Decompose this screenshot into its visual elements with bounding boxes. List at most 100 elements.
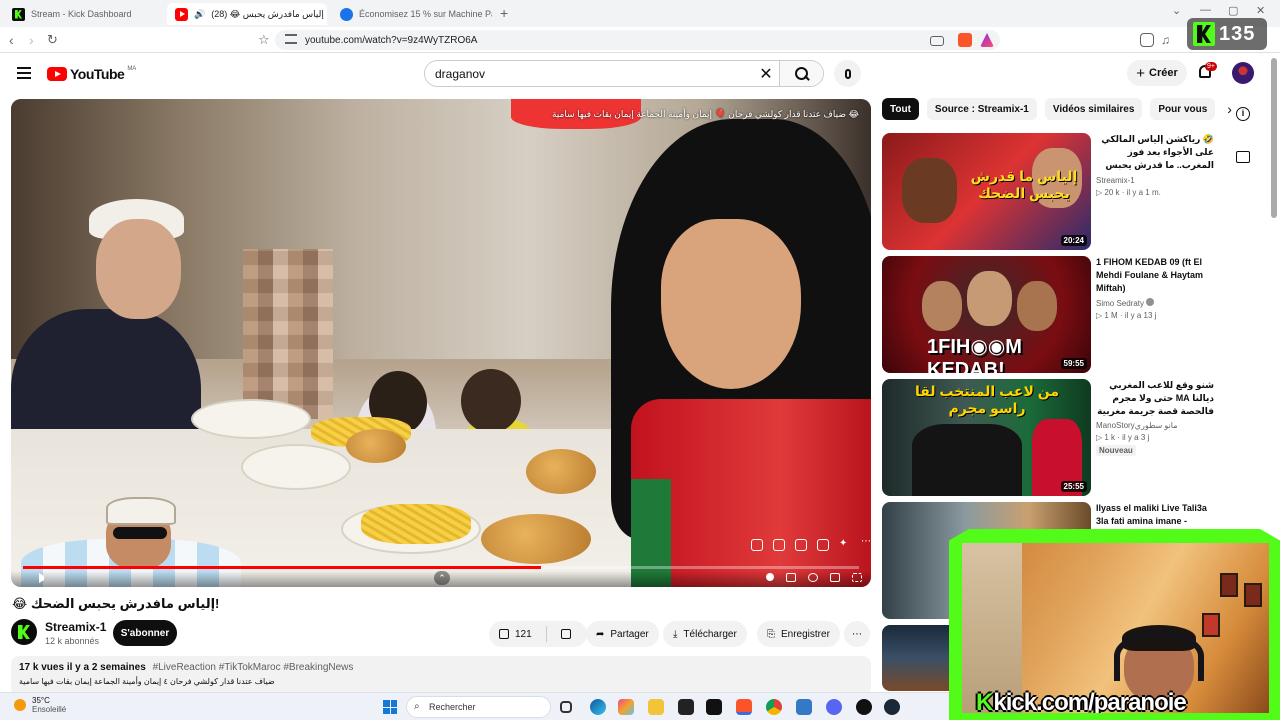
recommendation-title[interactable]: 1 FIHOM KEDAB 09 (ft El Mehdi Foulane & … [1096, 256, 1214, 295]
music-icon[interactable]: ♫ [1161, 33, 1175, 47]
amd-icon[interactable] [706, 699, 722, 715]
taskbar-search[interactable]: ⌕ Rechercher [406, 696, 551, 718]
reload-icon[interactable]: ↻ [47, 32, 58, 48]
download-button[interactable]: ⤓ Télécharger [663, 621, 747, 647]
forward-icon[interactable]: › [29, 32, 34, 48]
site-info-icon[interactable] [285, 34, 297, 44]
url-text: youtube.com/watch?v=9z4WyTZRO6A [305, 34, 478, 46]
download-icon: ⤓ [673, 628, 678, 640]
volume-icon[interactable] [39, 573, 49, 583]
edge-icon[interactable] [590, 699, 606, 715]
more-actions-button[interactable]: ⋯ [844, 621, 870, 647]
hashtags[interactable]: #LiveReaction #TikTokMaroc #BreakingNews [153, 662, 354, 673]
scrollbar[interactable] [1271, 58, 1277, 218]
tab-kick-dashboard[interactable]: Stream - Kick Dashboard [4, 3, 164, 25]
chrome-icon[interactable] [766, 699, 782, 715]
chat-icon[interactable] [1236, 151, 1250, 163]
subscribe-button[interactable]: S'abonner [113, 620, 177, 646]
maximize-button[interactable]: ▢ [1228, 4, 1238, 17]
bookmark-icon[interactable]: ☆ [258, 32, 270, 48]
channel-name[interactable]: Streamix-1 [45, 620, 106, 634]
video-player[interactable]: 😂 ضياف عتدنا قدار كولشي فرحان 🎈 إيمان وأ… [11, 99, 871, 587]
recommendation-title[interactable]: 🤣 رياكشن إلياس المالكي على الأجواء بعد ف… [1096, 133, 1214, 173]
plus-icon: + [1136, 64, 1145, 82]
brave-icon[interactable] [736, 699, 752, 715]
chip-similar[interactable]: Vidéos similaires [1044, 98, 1143, 120]
chip-source[interactable]: Source : Streamix-1 [926, 98, 1037, 120]
recommendation-title[interactable]: Ilyass el maliki Live Tali3a 3la fati am… [1096, 502, 1214, 528]
dislike-icon[interactable] [773, 539, 785, 551]
menu-icon[interactable] [17, 67, 31, 79]
clear-search-icon[interactable]: ✕ [753, 64, 779, 84]
recommendation-item[interactable]: إلياس ما قدرش يحبس الضحك 20:24 🤣 رياكشن … [882, 133, 1214, 251]
thumbs-down-icon[interactable] [560, 629, 571, 639]
task-view-icon[interactable] [560, 701, 572, 713]
url-field[interactable]: youtube.com/watch?v=9z4WyTZRO6A [275, 30, 1000, 50]
video-thumbnail[interactable]: 1FIH◉◉M KEDAB! 59:55 [882, 256, 1091, 373]
like-icon[interactable] [751, 539, 763, 551]
voice-search-button[interactable] [834, 60, 861, 87]
expand-icon[interactable]: ⌃ [434, 571, 450, 585]
settings-icon[interactable] [808, 573, 818, 582]
copilot-icon[interactable] [618, 699, 634, 715]
new-tab-button[interactable]: + [500, 5, 508, 21]
video-thumbnail[interactable]: من لاعب المنتخب لقا راسو مجرم 25:55 [882, 379, 1091, 496]
search-input[interactable]: draganov [425, 67, 753, 81]
back-icon[interactable]: ‹ [9, 32, 14, 48]
channel-avatar[interactable] [11, 619, 37, 645]
info-icon[interactable]: i [1236, 107, 1250, 121]
miniplayer-icon[interactable] [830, 573, 840, 582]
recommendation-channel[interactable]: ManoStoryمانو سطوري [1096, 421, 1214, 430]
video-thumbnail[interactable]: إلياس ما قدرش يحبس الضحك 20:24 [882, 133, 1091, 250]
recommendation-item[interactable]: من لاعب المنتخب لقا راسو مجرم 25:55 شنو … [882, 379, 1214, 497]
chevron-right-icon[interactable]: › [1227, 101, 1232, 117]
create-button[interactable]: + Créer [1127, 60, 1187, 86]
video-duration: 25:55 [1060, 481, 1087, 492]
close-window-button[interactable]: ✕ [1256, 4, 1265, 17]
chip-all[interactable]: Tout [882, 98, 919, 120]
autoplay-icon[interactable] [766, 573, 774, 581]
obs-icon[interactable] [856, 699, 872, 715]
tab-youtube[interactable]: 🔊 (28) 😂 إلياس مافدرش يحبس ✕ [167, 3, 327, 25]
scene-person [96, 219, 181, 319]
reaction-controls: ✦ ⋯ [751, 537, 871, 551]
more-icon[interactable]: ⋯ [861, 537, 871, 551]
upload-date: il y a 2 semaines [66, 662, 146, 673]
minimize-button[interactable]: — [1200, 4, 1211, 16]
recommendation-item[interactable]: 1FIH◉◉M KEDAB! 59:55 1 FIHOM KEDAB 09 (f… [882, 256, 1212, 374]
like-button[interactable]: 121 [499, 629, 532, 640]
brave-shield-icon[interactable] [958, 33, 972, 47]
subtitles-icon[interactable] [786, 573, 796, 582]
recommendation-channel[interactable]: Simo Sedraty [1096, 298, 1214, 308]
tab-machine-party[interactable]: Économisez 15 % sur Machine Party [332, 3, 492, 25]
sparkle-icon[interactable]: ✦ [839, 539, 851, 551]
fullscreen-icon[interactable] [852, 573, 862, 582]
chip-for-you[interactable]: Pour vous [1150, 98, 1216, 120]
extensions-icon[interactable] [1140, 33, 1154, 47]
weather-widget[interactable]: 35°C Ensoleillé [14, 696, 66, 714]
video-duration: 20:24 [1060, 235, 1087, 246]
youtube-logo[interactable]: YouTube MA [47, 66, 136, 82]
recommendation-title[interactable]: شنو وقع للاعب المغربي ديالنا MA حتى ولا … [1096, 379, 1214, 418]
progress-bar[interactable] [23, 566, 859, 569]
share-icon[interactable] [817, 539, 829, 551]
avatar[interactable] [1232, 62, 1254, 84]
discord-icon[interactable] [826, 699, 842, 715]
app-icon[interactable] [796, 699, 812, 715]
comment-icon[interactable] [795, 539, 807, 551]
chevron-down-icon[interactable]: ⌄ [1172, 4, 1181, 17]
speaker-icon[interactable]: 🔊 [194, 9, 205, 20]
plate [241, 444, 351, 490]
cast-icon[interactable] [930, 36, 944, 46]
steam-icon[interactable] [884, 699, 900, 715]
windows-start-icon[interactable] [383, 700, 397, 714]
description-box[interactable]: 17 k vues il y a 2 semaines #LiveReactio… [11, 656, 871, 696]
store-icon[interactable] [678, 699, 694, 715]
save-button[interactable]: ⎘ Enregistrer [757, 621, 840, 647]
tab-title: Stream - Kick Dashboard [31, 9, 132, 19]
file-explorer-icon[interactable] [648, 699, 664, 715]
search-button[interactable] [779, 61, 823, 86]
recommendation-channel[interactable]: Streamix-1 [1096, 176, 1214, 185]
create-label: Créer [1149, 67, 1178, 79]
share-button[interactable]: ➦ Partager [586, 621, 659, 647]
